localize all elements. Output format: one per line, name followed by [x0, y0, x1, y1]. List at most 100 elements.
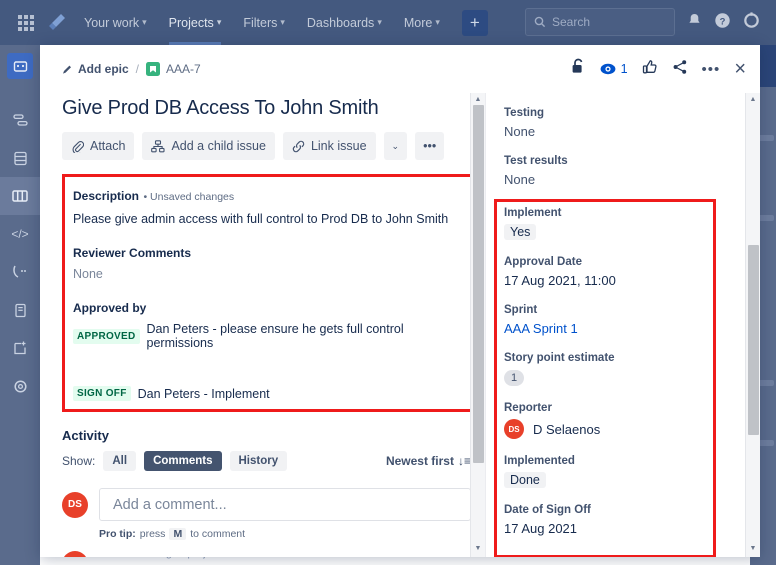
nav-item-filters[interactable]: Filters ▾	[235, 10, 293, 36]
chevron-down-icon: ▾	[280, 17, 285, 27]
field-value[interactable]: None	[504, 124, 742, 139]
sidebar-item-code[interactable]: </>	[0, 215, 40, 253]
issue-key-link[interactable]: AAA-7	[146, 62, 201, 76]
field-test-results: Test results None	[504, 155, 742, 187]
reviewer-comments-value[interactable]: None	[73, 267, 470, 281]
search-placeholder: Search	[552, 15, 591, 29]
scrollbar-thumb[interactable]	[748, 245, 759, 435]
page-title: Give Prod DB Access To John Smith	[62, 97, 379, 119]
nav-item-label: More	[403, 15, 433, 30]
watch-issue-button[interactable]: 1	[600, 61, 628, 77]
breadcrumb: Add epic / AAA-7	[62, 62, 201, 76]
field-label: Date of Sign Off	[504, 504, 591, 516]
scroll-down-arrow-icon[interactable]: ▼	[475, 542, 482, 555]
sidebar-item-roadmap[interactable]	[0, 101, 40, 139]
modal-header-actions: 1 ••• ×	[571, 58, 746, 80]
field-date-of-sign-off: Date of Sign Off 17 Aug 2021	[504, 504, 742, 536]
activity-title: Activity	[62, 428, 109, 443]
child-issue-icon	[151, 139, 165, 152]
more-actions-button[interactable]: •••	[702, 61, 721, 78]
scrollbar-thumb[interactable]	[473, 105, 484, 463]
search-icon	[534, 16, 546, 28]
settings-gear-icon[interactable]	[743, 12, 760, 34]
modal-body: Give Prod DB Access To John Smith Attach…	[40, 93, 760, 557]
close-icon[interactable]: ×	[734, 59, 746, 79]
nav-item-more[interactable]: More ▾	[396, 10, 448, 36]
field-label: Implemented	[504, 455, 575, 467]
story-type-icon	[146, 62, 161, 76]
field-value[interactable]: 17 Aug 2021	[504, 521, 742, 536]
attach-button[interactable]: Attach	[62, 132, 135, 160]
sidebar-item-add-item[interactable]	[0, 329, 40, 367]
comment-input[interactable]: Add a comment...	[99, 488, 471, 521]
show-label: Show:	[62, 454, 96, 468]
scroll-down-arrow-icon[interactable]: ▼	[750, 542, 757, 555]
reviewer-comments-field: Reviewer Comments None	[73, 246, 470, 281]
add-epic-button[interactable]: Add epic	[62, 62, 129, 76]
add-child-issue-button[interactable]: Add a child issue	[142, 132, 275, 160]
watch-count: 1	[620, 62, 628, 76]
field-value[interactable]: Done	[504, 472, 546, 488]
more-actions-caret-button[interactable]: ⌄	[383, 132, 408, 160]
field-reporter: Reporter DS D Selaenos	[504, 402, 742, 439]
approved-by-field: Approved by APPROVED Dan Peters - please…	[73, 301, 470, 350]
app-switcher-icon[interactable]	[14, 11, 38, 35]
link-issue-label: Link issue	[310, 139, 367, 153]
field-implement: Implement Yes	[504, 207, 742, 240]
pro-tip-key: M	[169, 528, 187, 540]
issue-fields-column: Testing None Test results None Implement…	[485, 93, 760, 557]
unlock-icon[interactable]	[571, 58, 586, 80]
pro-tip-mid: press	[139, 528, 166, 540]
scroll-up-arrow-icon[interactable]: ▲	[750, 93, 757, 106]
sidebar-item-board[interactable]	[0, 177, 40, 215]
sort-order-button[interactable]: Newest first ↓≡	[386, 454, 471, 468]
create-button[interactable]: +	[461, 9, 488, 36]
avatar: DS	[62, 551, 88, 557]
left-sidebar-rail: </>	[0, 45, 40, 565]
field-label: Test results	[504, 155, 568, 167]
tab-comments[interactable]: Comments	[144, 451, 222, 471]
nav-item-label: Filters	[243, 15, 278, 30]
field-value[interactable]: Yes	[504, 224, 537, 240]
field-value[interactable]: None	[504, 172, 742, 187]
add-comment-row: DS Add a comment...	[62, 488, 471, 521]
sort-order-label: Newest first	[385, 454, 454, 468]
activity-filter-row: Show: All Comments History Newest first …	[62, 451, 471, 471]
nav-item-dashboards[interactable]: Dashboards ▾	[299, 10, 390, 36]
project-avatar-icon[interactable]	[7, 53, 33, 79]
sign-off-value[interactable]: SIGN OFF Dan Peters - Implement	[73, 386, 470, 401]
fields-column-scrollbar[interactable]: ▲ ▼	[745, 93, 760, 557]
help-icon[interactable]: ?	[714, 12, 731, 34]
pro-tip-hint: Pro tip: press M to comment	[99, 528, 471, 540]
field-value[interactable]: 1	[504, 370, 525, 386]
field-value[interactable]: AAA Sprint 1	[504, 321, 742, 336]
nav-item-projects[interactable]: Projects ▾	[161, 10, 230, 45]
nav-item-your-work[interactable]: Your work ▾	[76, 10, 155, 36]
issue-key-label: AAA-7	[166, 62, 201, 76]
description-text[interactable]: Please give admin access with full contr…	[73, 212, 470, 226]
field-value[interactable]: 17 Aug 2021, 11:00	[504, 273, 742, 288]
notifications-icon[interactable]	[686, 12, 703, 34]
thumbs-up-icon[interactable]	[642, 59, 658, 80]
field-label: Testing	[504, 107, 545, 119]
modal-header: Add epic / AAA-7 1 ••• ×	[40, 45, 760, 93]
sidebar-item-backlog[interactable]	[0, 139, 40, 177]
search-input[interactable]: Search	[525, 8, 675, 36]
sidebar-item-deployments[interactable]	[0, 253, 40, 291]
chevron-down-icon: ▾	[435, 17, 440, 27]
avatar: DS	[504, 419, 524, 439]
sidebar-item-pages[interactable]	[0, 291, 40, 329]
unsaved-changes-indicator: • Unsaved changes	[143, 191, 235, 203]
jira-logo[interactable]	[44, 10, 70, 36]
field-story-point-estimate: Story point estimate 1	[504, 352, 742, 386]
list-item[interactable]: DS D Selaenos 3 days ago	[62, 551, 471, 557]
approved-by-value[interactable]: APPROVED Dan Peters - please ensure he g…	[73, 322, 470, 350]
sidebar-item-project-settings[interactable]	[0, 367, 40, 405]
tab-all[interactable]: All	[103, 451, 137, 471]
main-column-scrollbar[interactable]: ▲ ▼	[470, 93, 485, 557]
issue-more-menu-button[interactable]: •••	[415, 132, 445, 160]
eye-watch-icon	[600, 63, 615, 75]
link-issue-button[interactable]: Link issue	[282, 132, 376, 160]
share-icon[interactable]	[672, 59, 688, 80]
tab-history[interactable]: History	[229, 451, 288, 471]
